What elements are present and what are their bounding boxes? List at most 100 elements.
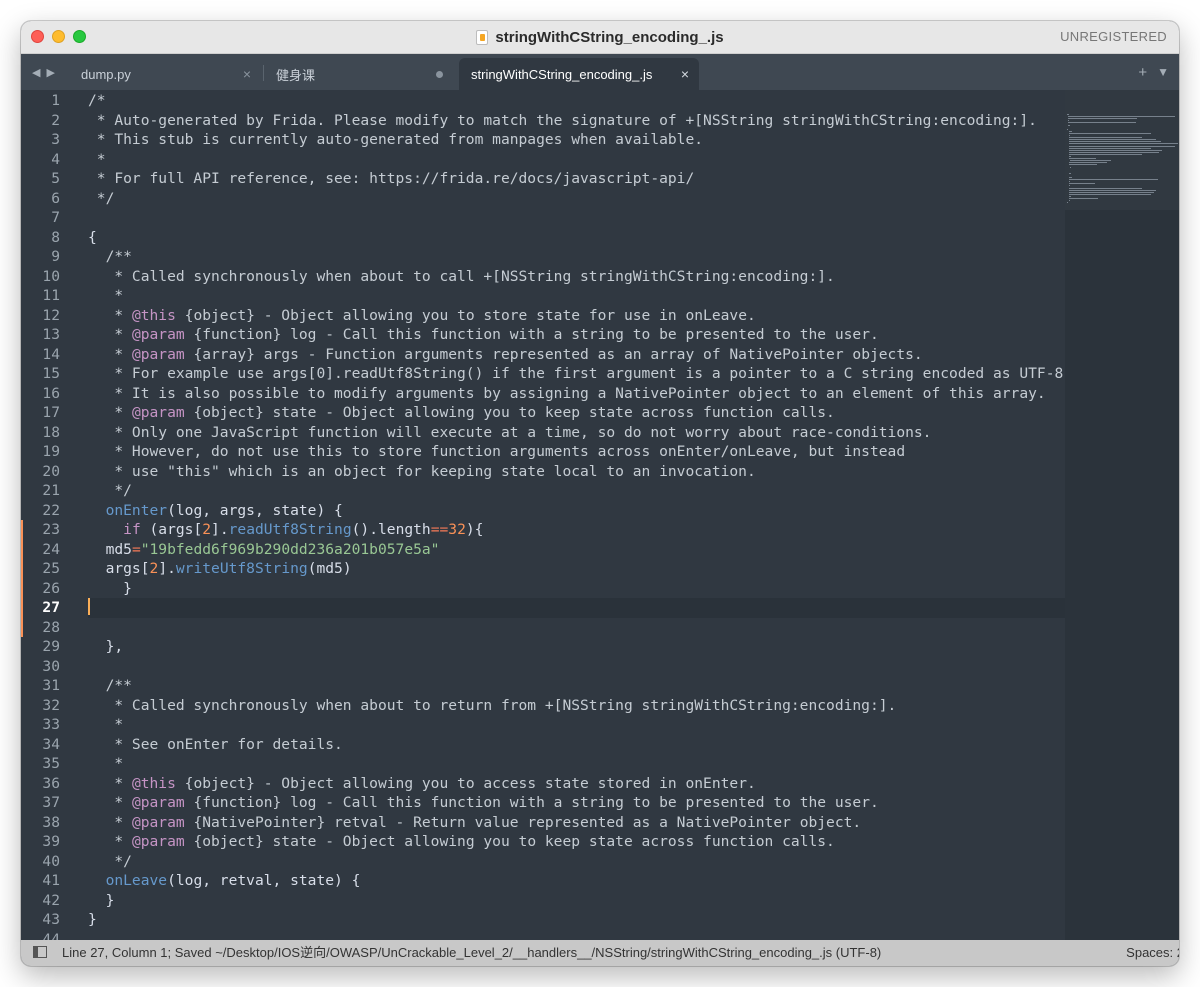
code-line[interactable]: *	[88, 754, 1065, 774]
code-line[interactable]	[88, 208, 1065, 228]
indentation-setting[interactable]: Spaces: 2	[1126, 940, 1179, 966]
code-line[interactable]: * See onEnter for details.	[88, 735, 1065, 755]
minimap-line	[1069, 137, 1143, 139]
status-bar: Line 27, Column 1; Saved ~/Desktop/IOS逆向…	[21, 940, 1179, 966]
code-line[interactable]: * @param {function} log - Call this func…	[88, 793, 1065, 813]
line-number: 36	[42, 774, 60, 792]
code-line[interactable]: * For example use args[0].readUtf8String…	[88, 364, 1065, 384]
line-number: 43	[42, 911, 60, 928]
tab-label: dump.py	[81, 66, 131, 82]
minimap-line	[1068, 200, 1070, 202]
code-line[interactable]	[88, 657, 1065, 677]
minimap-line	[1069, 135, 1071, 136]
line-number: 16	[42, 384, 60, 402]
line-number: 24	[21, 539, 77, 560]
code-line[interactable]: *	[88, 150, 1065, 170]
code-line[interactable]: onEnter(log, args, state) {	[88, 501, 1065, 521]
line-number: 18	[42, 423, 60, 441]
line-number: 2	[51, 111, 60, 129]
code-line[interactable]: * This stub is currently auto-generated …	[88, 130, 1065, 150]
line-number: 30	[42, 657, 60, 675]
code-line[interactable]: * However, do not use this to store func…	[88, 442, 1065, 462]
code-line[interactable]: * For full API reference, see: https://f…	[88, 169, 1065, 189]
minimap-line	[1067, 122, 1136, 124]
line-number: 7	[51, 209, 60, 226]
code-editor[interactable]: 1 2 3 4 5 6 7 8 9 10 11 12 13 14 15 16 17 18 19 20 21 22 23 24 2…	[21, 90, 1065, 940]
minimap-line	[1067, 202, 1068, 204]
code-line[interactable]: * use "this" which is an object for keep…	[88, 462, 1065, 482]
code-line[interactable]: * Called synchronously when about to cal…	[88, 267, 1065, 287]
line-number: 13	[42, 326, 60, 343]
code-line[interactable]: * Auto-generated by Frida. Please modify…	[88, 111, 1065, 131]
code-line[interactable]: *	[88, 715, 1065, 735]
code-line[interactable]: * Called synchronously when about to ret…	[88, 696, 1065, 716]
line-number: 14	[42, 345, 60, 363]
sidebar-toggle-icon[interactable]	[33, 946, 47, 958]
minimap-line	[1068, 130, 1072, 132]
previous-tab-icon[interactable]: ◀	[32, 66, 40, 79]
new-tab-icon[interactable]: +	[1138, 64, 1147, 81]
line-number: 15	[42, 365, 60, 382]
code-line[interactable]: */	[88, 852, 1065, 872]
text-cursor	[88, 598, 90, 615]
tab-stringwithcstring-encoding-js[interactable]: stringWithCString_encoding_.js ×	[459, 58, 699, 90]
code-line[interactable]: * @this {object} - Object allowing you t…	[88, 774, 1065, 794]
minimap-line	[1069, 145, 1176, 147]
minimap-line	[1067, 118, 1137, 120]
editor-window: stringWithCString_encoding_.js UNREGISTE…	[21, 21, 1179, 966]
code-line[interactable]: *	[88, 286, 1065, 306]
code-line[interactable]: /*	[88, 91, 1065, 111]
close-tab-icon[interactable]: ×	[243, 66, 251, 82]
code-line[interactable]: */	[88, 189, 1065, 209]
code-line[interactable]: args[2].writeUtf8String(md5)	[88, 559, 1065, 579]
minimap[interactable]	[1065, 90, 1179, 940]
tab-fitness-class[interactable]: 健身课	[276, 58, 456, 90]
line-number: 12	[42, 306, 60, 324]
minimap-line	[1069, 191, 1155, 193]
minimap-line	[1069, 156, 1072, 157]
code-line[interactable]: * @param {function} log - Call this func…	[88, 325, 1065, 345]
status-text: Line 27, Column 1; Saved ~/Desktop/IOS逆向…	[62, 945, 882, 960]
minimap-line	[1068, 164, 1097, 166]
code-line[interactable]: md5="19bfedd6f969b290dd236a201b057e5a"	[88, 540, 1065, 560]
code-line[interactable]: * Only one JavaScript function will exec…	[88, 423, 1065, 443]
tab-bar: ◀ ▶ dump.py × 健身课 stringWithCString_enco…	[21, 54, 1179, 90]
code-line[interactable]	[88, 618, 1065, 638]
code-line[interactable]: }	[88, 579, 1065, 599]
minimap-line	[1069, 143, 1179, 145]
minimap-line	[1070, 160, 1112, 162]
minimap-line	[1069, 153, 1143, 155]
code-line[interactable]: }	[88, 891, 1065, 911]
line-number: 28	[21, 617, 77, 638]
minimap-line	[1069, 193, 1152, 195]
tab-menu-icon[interactable]: ▼	[1157, 65, 1169, 79]
code-line[interactable]: */	[88, 481, 1065, 501]
code-line[interactable]: if (args[2].readUtf8String().length==32)…	[88, 520, 1065, 540]
code-line[interactable]: * @param {array} args - Function argumen…	[88, 345, 1065, 365]
code-area[interactable]: /* * Auto-generated by Frida. Please mod…	[88, 91, 1065, 940]
close-tab-icon[interactable]: ×	[681, 66, 689, 82]
tab-dump-py[interactable]: dump.py ×	[81, 58, 261, 90]
line-number: 1	[51, 92, 60, 109]
code-line[interactable]: /**	[88, 247, 1065, 267]
minimap-line	[1067, 128, 1068, 130]
code-line[interactable]: * @param {object} state - Object allowin…	[88, 403, 1065, 423]
code-line[interactable]: {	[88, 228, 1065, 248]
code-line[interactable]: }	[88, 910, 1065, 930]
code-line[interactable]: },	[88, 637, 1065, 657]
minimap-line	[1067, 114, 1069, 115]
next-tab-icon[interactable]: ▶	[46, 66, 54, 79]
code-line[interactable]	[88, 930, 1065, 941]
unsaved-dot-icon[interactable]	[436, 70, 443, 78]
code-line[interactable]: /**	[88, 676, 1065, 696]
minimap-line	[1067, 116, 1175, 118]
code-line[interactable]: onLeave(log, retval, state) {	[88, 871, 1065, 891]
minimap-line	[1069, 187, 1143, 189]
code-line[interactable]: * It is also possible to modify argument…	[88, 384, 1065, 404]
code-line[interactable]	[88, 598, 1065, 618]
minimap-line	[1069, 195, 1072, 197]
code-line[interactable]: * @param {NativePointer} retval - Return…	[88, 813, 1065, 833]
code-line[interactable]: * @this {object} - Object allowing you t…	[88, 306, 1065, 326]
code-line[interactable]: * @param {object} state - Object allowin…	[88, 832, 1065, 852]
line-number: 9	[51, 248, 60, 265]
